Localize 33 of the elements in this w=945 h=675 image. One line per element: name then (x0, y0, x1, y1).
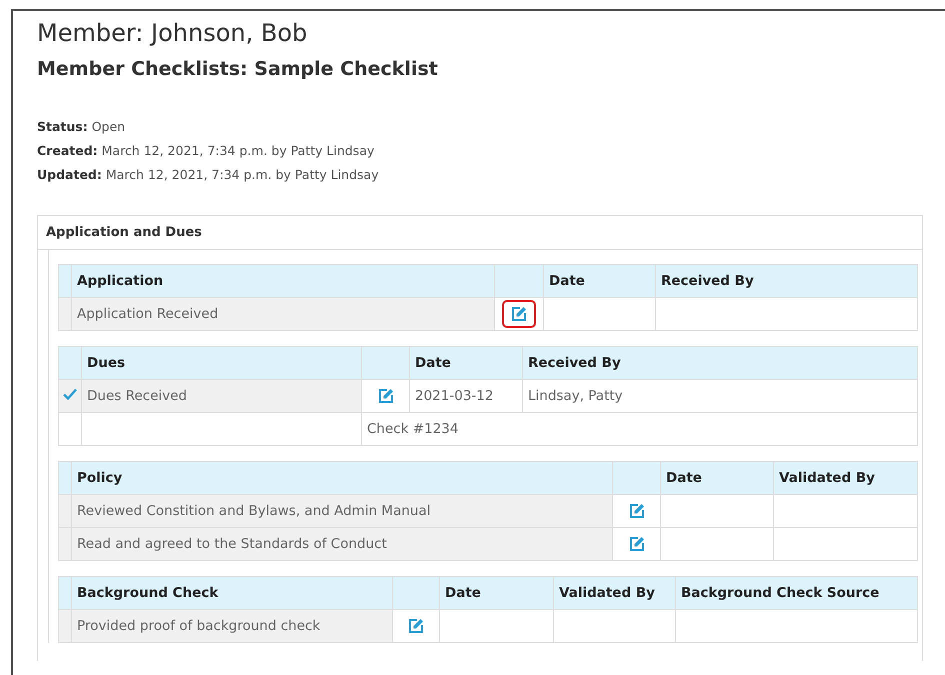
column-header: Date (410, 346, 522, 380)
table-cell: Dues Received (82, 380, 362, 413)
column-header: Date (544, 264, 656, 298)
detail-line: Status: Open (37, 118, 126, 136)
column-header: Background Check (72, 576, 392, 610)
table-cell: Provided proof of background check (72, 610, 392, 643)
edit-icon (378, 388, 394, 404)
edit-icon (628, 502, 644, 519)
column-header: Received By (522, 346, 918, 380)
table-cell: Reviewed Constition and Bylaws, and Admin Manual (72, 494, 612, 528)
detail-line: Updated: March 12, 2021, 7:34 p.m. by Patty Lindsay (37, 166, 380, 184)
checklist-title: Member Checklists: Sample Checklist (37, 58, 439, 81)
column-header: Date (660, 462, 774, 495)
edit-icon (511, 306, 527, 322)
column-header: Policy (72, 462, 612, 495)
column-header: Validated By (554, 576, 676, 610)
column-header: Validated By (774, 462, 918, 495)
table-cell: Check #1234 (362, 412, 918, 446)
edit-button[interactable] (502, 300, 536, 328)
table-cell: Read and agreed to the Standards of Conduct (72, 528, 612, 561)
edit-icon (408, 618, 424, 634)
column-header: Received By (656, 264, 918, 298)
section-title: Application and Dues (38, 216, 922, 250)
edit-icon (628, 536, 644, 552)
column-header: Date (440, 576, 554, 610)
column-header: Background Check Source (676, 576, 918, 610)
table-cell: Lindsay, Patty (522, 380, 918, 413)
table-cell: 2021-03-12 (410, 380, 522, 413)
column-header: Application (72, 264, 494, 298)
member-title: Member: Johnson, Bob (37, 19, 308, 48)
column-header: Dues (82, 346, 362, 380)
detail-line: Created: March 12, 2021, 7:34 p.m. by Patty Lindsay (37, 142, 376, 160)
table-cell: Application Received (72, 298, 494, 331)
